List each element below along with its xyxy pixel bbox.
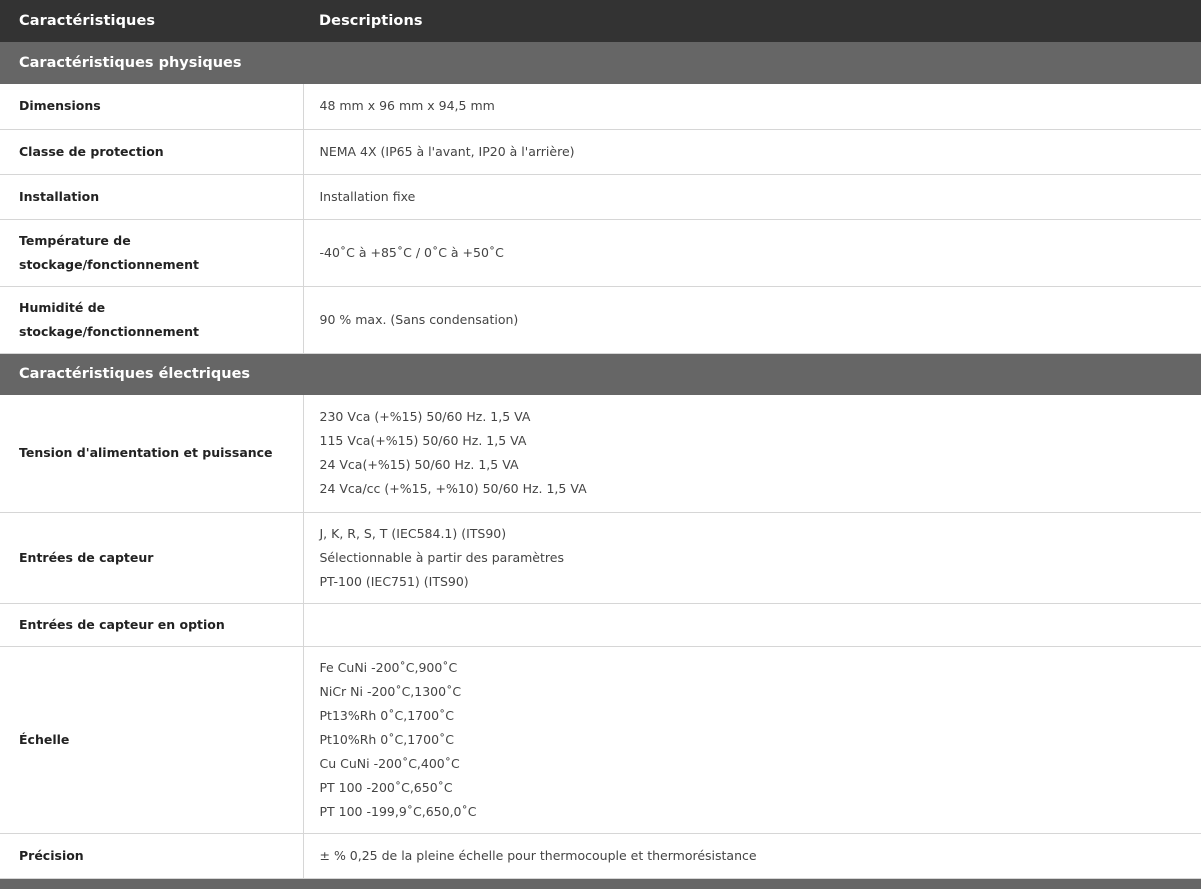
- section-title: Caractéristiques électriques: [0, 353, 1201, 395]
- row-value: -40˚C à +85˚C / 0˚C à +50˚C: [303, 219, 1201, 287]
- row-value: 48 mm x 96 mm x 94,5 mm: [303, 84, 1201, 130]
- row-label: Installation: [0, 174, 304, 220]
- row-label: Précision: [0, 833, 304, 879]
- row-value: 90 % max. (Sans condensation): [303, 286, 1201, 354]
- table-row: Précision ± % 0,25 de la pleine échelle …: [0, 833, 1201, 879]
- section-physical: Caractéristiques physiques: [0, 42, 1201, 84]
- table-row: Échelle Fe CuNi -200˚C,900˚C NiCr Ni -20…: [0, 646, 1201, 834]
- row-value: 230 Vca (+%15) 50/60 Hz. 1,5 VA 115 Vca(…: [303, 395, 1201, 513]
- row-label: Tension d'alimentation et puissance: [0, 395, 304, 513]
- header-characteristics: Caractéristiques: [0, 0, 303, 42]
- spec-body: Caractéristiques physiques Dimensions 48…: [0, 42, 1201, 889]
- row-value: J, K, R, S, T (IEC584.1) (ITS90) Sélecti…: [303, 512, 1201, 604]
- table-row: Entrées de capteur J, K, R, S, T (IEC584…: [0, 512, 1201, 604]
- spec-table: Caractéristiques Descriptions Caractéris…: [0, 0, 1201, 889]
- row-label: Classe de protection: [0, 129, 304, 175]
- row-label: Entrées de capteur: [0, 512, 304, 604]
- row-value: Installation fixe: [303, 174, 1201, 220]
- row-value: [303, 603, 1201, 647]
- row-label: Entrées de capteur en option: [0, 603, 304, 647]
- row-value: NEMA 4X (IP65 à l'avant, IP20 à l'arrièr…: [303, 129, 1201, 175]
- row-value: ± % 0,25 de la pleine échelle pour therm…: [303, 833, 1201, 879]
- table-row: Classe de protection NEMA 4X (IP65 à l'a…: [0, 129, 1201, 175]
- table-row: Humidité de stockage/fonctionnement 90 %…: [0, 286, 1201, 354]
- row-label: Échelle: [0, 646, 304, 834]
- row-label: Température de stockage/fonctionnement: [0, 219, 304, 287]
- table-row: Installation Installation fixe: [0, 174, 1201, 220]
- table-row: Tension d'alimentation et puissance 230 …: [0, 395, 1201, 513]
- header-descriptions: Descriptions: [303, 0, 1201, 42]
- table-row: Dimensions 48 mm x 96 mm x 94,5 mm: [0, 84, 1201, 130]
- section-electrical: Caractéristiques électriques: [0, 353, 1201, 395]
- row-value: Fe CuNi -200˚C,900˚C NiCr Ni -200˚C,1300…: [303, 646, 1201, 834]
- row-label: Humidité de stockage/fonctionnement: [0, 286, 304, 354]
- section-title: Caractéristiques physiques: [0, 42, 1201, 84]
- row-label: Dimensions: [0, 84, 304, 130]
- section-divider: [0, 878, 1201, 889]
- table-header: Caractéristiques Descriptions: [0, 0, 1201, 42]
- table-row: Entrées de capteur en option: [0, 603, 1201, 647]
- table-row: Température de stockage/fonctionnement -…: [0, 219, 1201, 287]
